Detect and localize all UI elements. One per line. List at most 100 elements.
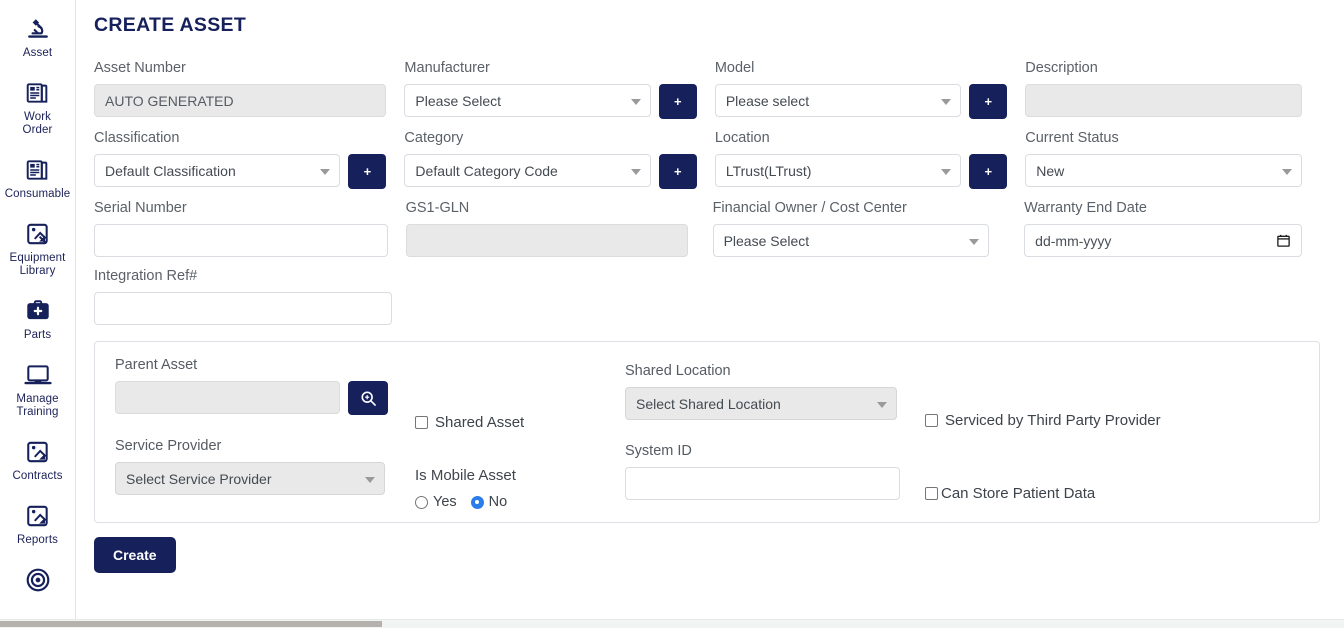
sidebar-item-parts[interactable]: Parts [0,296,75,342]
current-status-select[interactable]: New [1025,154,1302,187]
is-mobile-asset-radio-group: Yes No [415,494,625,510]
shared-asset-checkbox[interactable]: Shared Asset [415,414,625,431]
category-label: Category [404,129,696,147]
shared-asset-label: Shared Asset [435,414,524,431]
classification-select-value: Default Classification [105,163,236,179]
is-mobile-asset-no-radio[interactable]: No [471,494,508,510]
horizontal-scrollbar[interactable] [0,619,1344,628]
sidebar-item-reports[interactable]: Reports [0,501,75,547]
form-row-4: Integration Ref# [94,267,1320,325]
field-financial-owner: Financial Owner / Cost Center Please Sel… [713,199,1025,257]
calendar-icon[interactable] [1276,233,1291,248]
manufacturer-label: Manufacturer [404,59,696,77]
sidebar-item-asset[interactable]: Asset [0,14,75,60]
sidebar-item-label: Manage Training [16,393,58,419]
sidebar-item-label: Work Order [23,111,53,137]
is-mobile-asset-yes-label: Yes [433,494,457,510]
sidebar-item-consumable[interactable]: Consumable [0,155,75,201]
add-location-button[interactable]: + [969,154,1007,189]
current-status-select-value: New [1036,163,1064,179]
chevron-down-icon [941,169,951,175]
sidebar-item-work-order[interactable]: Work Order [0,78,75,137]
description-input [1025,84,1302,117]
financial-owner-select[interactable]: Please Select [713,224,989,257]
serviced-third-party-checkbox[interactable]: Serviced by Third Party Provider [925,412,1255,429]
horizontal-scrollbar-thumb[interactable] [0,621,382,627]
location-label: Location [715,129,1007,147]
add-manufacturer-button[interactable]: + [659,84,697,119]
model-select[interactable]: Please select [715,84,961,117]
field-serial-number: Serial Number [94,199,406,257]
checkbox-icon [415,416,428,429]
form-actions: Create [94,537,1344,573]
panel-column-left: Parent Asset [115,356,415,510]
sidebar-item-equipment-library[interactable]: Equipment Library [0,219,75,278]
reports-icon [23,501,53,531]
integration-ref-input[interactable] [94,292,392,325]
chevron-down-icon [320,169,330,175]
parent-asset-label: Parent Asset [115,356,415,374]
manufacturer-select[interactable]: Please Select [404,84,650,117]
sidebar-item-label: Reports [17,534,58,547]
page-title: CREATE ASSET [94,14,1320,37]
sidebar-item-contracts[interactable]: Contracts [0,437,75,483]
sidebar-item-target[interactable] [0,565,75,598]
classification-label: Classification [94,129,386,147]
sidebar-item-label: Contracts [12,470,62,483]
location-select[interactable]: LTrust(LTrust) [715,154,961,187]
contracts-icon [23,437,53,467]
add-category-button[interactable]: + [659,154,697,189]
service-provider-select[interactable]: Select Service Provider [115,462,385,495]
warranty-end-date-input[interactable]: dd-mm-yyyy [1024,224,1302,257]
chevron-down-icon [631,169,641,175]
field-category: Category Default Category Code + [404,129,714,189]
microscope-icon [23,14,53,44]
classification-select[interactable]: Default Classification [94,154,340,187]
current-status-label: Current Status [1025,129,1302,147]
radio-icon-selected [471,496,484,509]
sidebar-item-label: Equipment Library [10,252,66,278]
equipment-library-icon [23,219,53,249]
field-parent-asset: Parent Asset [115,356,415,415]
chevron-down-icon [941,99,951,105]
create-button[interactable]: Create [94,537,176,573]
chevron-down-icon [365,477,375,483]
manage-training-icon [23,360,53,390]
manufacturer-select-value: Please Select [415,93,501,109]
serial-number-input[interactable] [94,224,388,257]
chevron-down-icon [877,402,887,408]
category-select[interactable]: Default Category Code [404,154,650,187]
consumable-icon [23,155,53,185]
main-sidebar: Asset Work Order [0,0,76,628]
add-classification-button[interactable]: + [348,154,386,189]
shared-location-label: Shared Location [625,362,925,380]
category-select-value: Default Category Code [415,163,557,179]
chevron-down-icon [1282,169,1292,175]
is-mobile-asset-yes-radio[interactable]: Yes [415,494,457,510]
system-id-input[interactable] [625,467,900,500]
can-store-patient-data-checkbox[interactable]: Can Store Patient Data [925,485,1255,502]
create-asset-page: Asset Work Order [0,0,1344,628]
warranty-end-date-label: Warranty End Date [1024,199,1302,217]
asset-details-panel: Parent Asset [94,341,1320,523]
financial-owner-select-value: Please Select [724,233,810,249]
field-location: Location LTrust(LTrust) + [715,129,1025,189]
service-provider-label: Service Provider [115,437,415,455]
serial-number-label: Serial Number [94,199,388,217]
model-label: Model [715,59,1007,77]
shared-location-select[interactable]: Select Shared Location [625,387,897,420]
checkbox-icon [925,414,938,427]
field-service-provider: Service Provider Select Service Provider [115,437,415,495]
warranty-end-date-value: dd-mm-yyyy [1035,233,1111,249]
parent-asset-search-button[interactable] [348,381,388,415]
field-asset-number: Asset Number AUTO GENERATED [94,59,404,119]
add-model-button[interactable]: + [969,84,1007,119]
shared-location-select-value: Select Shared Location [636,396,781,412]
parent-asset-input [115,381,340,414]
checkbox-icon [925,487,938,500]
field-system-id: System ID [625,442,925,500]
sidebar-item-manage-training[interactable]: Manage Training [0,360,75,419]
asset-number-input: AUTO GENERATED [94,84,386,117]
chevron-down-icon [969,239,979,245]
target-icon [23,565,53,595]
